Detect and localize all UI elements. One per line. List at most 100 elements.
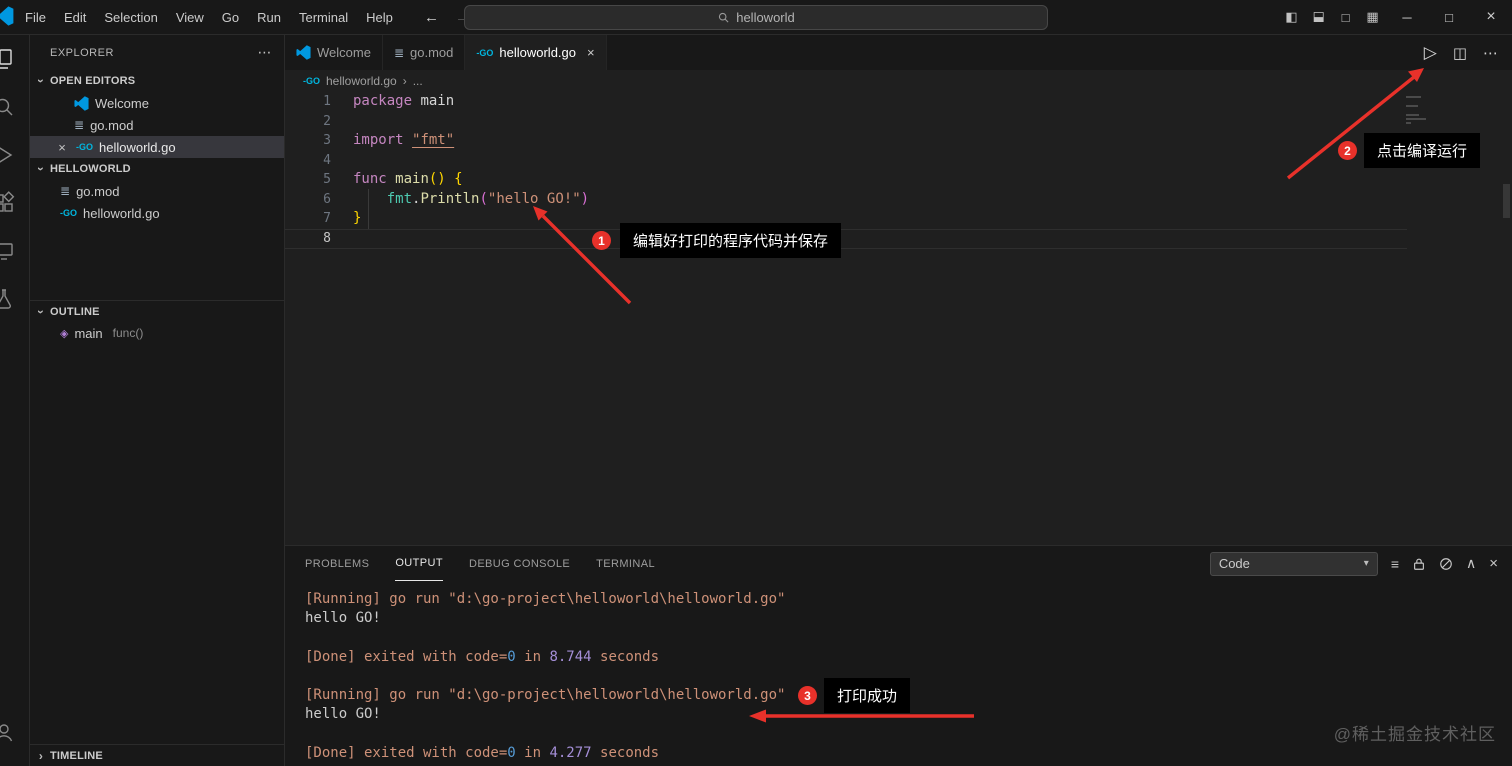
toggle-panel-glyph: ◧ [1310,10,1326,24]
section-outline[interactable]: › OUTLINE [30,300,284,322]
code-line: 4 [285,151,1512,171]
close-editor-icon[interactable]: × [54,140,70,155]
section-project[interactable]: › HELLOWORLD [30,158,284,180]
toggle-panel-icon[interactable]: ◧ [1305,9,1332,25]
line-number: 2 [323,113,331,129]
activity-bar [0,35,30,766]
extensions-icon[interactable] [0,179,29,227]
explorer-icon[interactable] [0,35,29,83]
close-panel-icon[interactable]: × [1489,555,1498,572]
code-text: import "fmt" [353,132,455,148]
tab-output[interactable]: OUTPUT [395,546,443,581]
editor-scrollbar[interactable] [1503,184,1510,218]
gomod-file-icon: ≣ [393,45,405,60]
output-line: [Done] exited with code=0 in 8.744 secon… [305,648,660,665]
tab-helloworld-go[interactable]: -GO helloworld.go × [465,35,607,70]
command-center-search[interactable]: helloworld [464,5,1048,30]
close-tab-icon[interactable]: × [587,45,595,60]
vscode-file-icon [296,45,311,60]
line-number: 3 [323,133,331,148]
code-line: 1 package main [285,92,1512,112]
menu-view[interactable]: View [167,0,213,35]
chevron-down-icon: › [34,166,48,172]
menu-file[interactable]: File [16,0,55,35]
editor-actions: ▷ ◫ ⋯ [1424,35,1512,70]
output-line: [Running] go run "d:\go-project\hellowor… [305,591,786,607]
back-button[interactable]: ← [424,9,439,26]
open-editor-helloworld-go[interactable]: × -GO helloworld.go [30,136,284,158]
menu-selection[interactable]: Selection [95,0,166,35]
menu-help[interactable]: Help [357,0,402,35]
explorer-more-actions-icon[interactable]: ⋯ [258,44,273,61]
outline-label: main [74,325,103,341]
menu-edit[interactable]: Edit [55,0,95,35]
panel-actions: Code ▾ ≡ ∧ × [1209,551,1498,576]
code-text: fmt.Println("hello GO!") [386,190,590,207]
gomod-file-icon: ≣ [74,118,85,132]
file-helloworld-go[interactable]: -GO helloworld.go [30,202,284,224]
vscode-window: File Edit Selection View Go Run Terminal… [0,0,1512,766]
go-file-icon: -GO [60,208,77,218]
code-line-current: 8 [285,229,1512,249]
chevron-down-icon: › [34,78,48,84]
run-debug-icon[interactable] [0,131,29,179]
output-line: hello GO! [305,610,381,627]
open-editor-gomod[interactable]: ≣ go.mod [30,114,284,136]
tab-terminal[interactable]: TERMINAL [596,546,655,581]
account-icon[interactable] [0,708,29,756]
toggle-sidebar-icon[interactable]: ◧ [1278,9,1305,25]
menu-terminal[interactable]: Terminal [290,0,357,35]
tab-label: Welcome [317,45,371,60]
output-console[interactable]: [Running] go run "d:\go-project\hellowor… [285,581,1512,766]
sidebar-title: EXPLORER [50,46,114,59]
editor-more-actions-icon[interactable]: ⋯ [1483,44,1498,62]
maximize-panel-icon[interactable]: ∧ [1466,555,1476,572]
toggle-secondary-sidebar-icon[interactable]: □ [1332,10,1359,25]
code-line: 2 [285,112,1512,132]
outline-item-main[interactable]: ◈ main func() [30,322,284,344]
open-editor-label: Welcome [95,95,149,111]
run-code-button[interactable]: ▷ [1424,43,1437,63]
breadcrumb-symbol[interactable]: ... [413,74,423,88]
tab-welcome[interactable]: Welcome [285,35,383,70]
testing-icon[interactable] [0,275,29,323]
tab-label: helloworld.go [499,45,576,60]
open-editor-label: helloworld.go [99,139,176,155]
line-number: 5 [323,172,331,187]
filter-output-icon[interactable]: ≡ [1391,556,1399,572]
code-editor[interactable]: 1 package main 2 3 import "fmt" 4 5 func ma… [285,92,1512,545]
section-project-label: HELLOWORLD [50,163,131,175]
breadcrumb-file[interactable]: helloworld.go [326,74,397,88]
line-number: 6 [323,191,331,207]
minimap[interactable] [1406,96,1430,127]
clear-output-icon[interactable] [1439,557,1453,571]
section-open-editors[interactable]: › OPEN EDITORS [30,70,284,92]
menu-go[interactable]: Go [213,0,248,35]
search-icon [719,12,729,23]
open-editor-label: go.mod [90,117,134,133]
customize-layout-icon[interactable]: ▦ [1359,9,1386,25]
open-editor-welcome[interactable]: Welcome [30,92,284,114]
scroll-lock-icon[interactable] [1412,557,1426,571]
tab-problems[interactable]: PROBLEMS [305,546,369,581]
maximize-button[interactable]: □ [1428,0,1470,35]
search-sidebar-icon[interactable] [0,83,29,131]
close-button[interactable]: × [1470,0,1512,35]
remote-explorer-icon[interactable] [0,227,29,275]
line-number: 7 [323,211,331,226]
search-value: helloworld [736,10,795,25]
code-line: 3 import "fmt" [285,131,1512,151]
output-channel-select[interactable]: Code ▾ [1209,551,1378,576]
tab-debug-console[interactable]: DEBUG CONSOLE [469,546,570,581]
menu-run[interactable]: Run [248,0,290,35]
file-gomod[interactable]: ≣ go.mod [30,180,284,202]
tab-gomod[interactable]: ≣ go.mod [382,35,466,70]
section-timeline[interactable]: › TIMELINE [30,744,284,766]
go-file-icon: -GO [476,47,494,58]
editor-tabs: Welcome ≣ go.mod -GO helloworld.go × ▷ ◫… [285,35,1512,70]
minimize-button[interactable]: ─ [1386,0,1428,35]
split-editor-icon[interactable]: ◫ [1453,44,1467,62]
